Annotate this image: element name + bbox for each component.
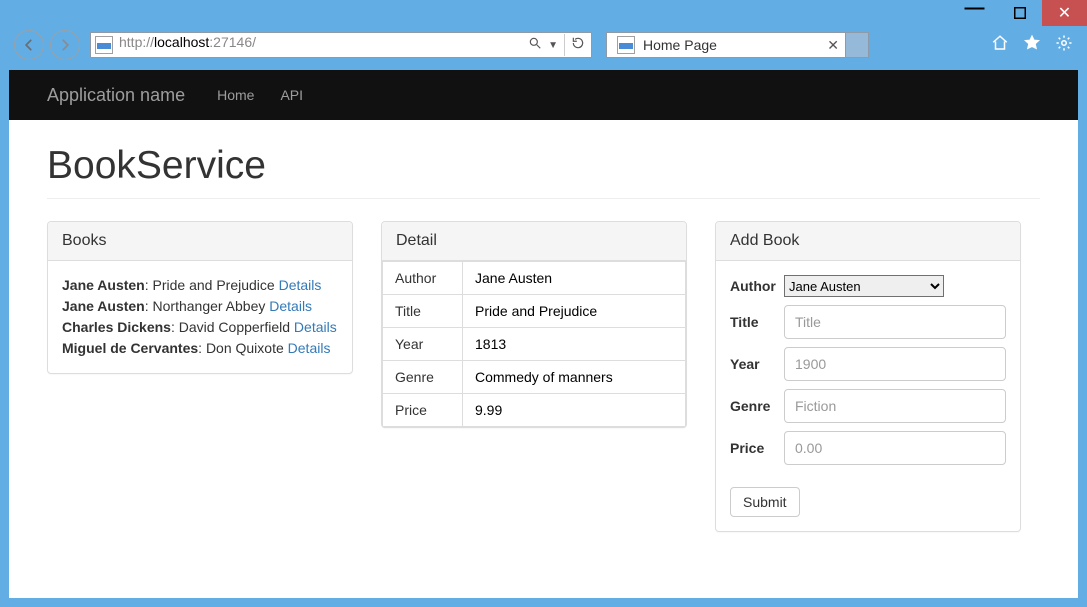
books-panel-heading: Books [48, 222, 352, 261]
url-text[interactable]: http://localhost:27146/ [117, 34, 528, 56]
detail-value: 9.99 [463, 394, 686, 427]
detail-panel: Detail AuthorJane AustenTitlePride and P… [381, 221, 687, 428]
book-title: David Copperfield [179, 319, 290, 335]
book-item: Miguel de Cervantes: Don Quixote Details [62, 338, 338, 359]
details-link[interactable]: Details [288, 340, 331, 356]
year-input[interactable] [784, 347, 1006, 381]
dropdown-icon[interactable]: ▼ [548, 40, 558, 51]
url-host: localhost [154, 34, 209, 50]
book-author: Jane Austen [62, 298, 145, 314]
window-close-button[interactable]: ✕ [1042, 0, 1087, 26]
details-link[interactable]: Details [269, 298, 312, 314]
tab-title: Home Page [643, 37, 823, 53]
detail-table: AuthorJane AustenTitlePride and Prejudic… [382, 261, 686, 427]
title-rule [47, 198, 1040, 199]
detail-value: Pride and Prejudice [463, 295, 686, 328]
form-row: Genre [730, 389, 1006, 423]
author-label: Author [730, 276, 784, 297]
detail-value: Commedy of manners [463, 361, 686, 394]
url-path: :27146/ [209, 34, 256, 50]
details-link[interactable]: Details [294, 319, 337, 335]
detail-value: 1813 [463, 328, 686, 361]
refresh-icon[interactable] [571, 36, 585, 55]
search-icon[interactable] [528, 36, 542, 55]
book-title: Pride and Prejudice [153, 277, 275, 293]
books-list: Jane Austen: Pride and Prejudice Details… [48, 261, 352, 373]
table-row: Year1813 [383, 328, 686, 361]
book-author: Charles Dickens [62, 319, 171, 335]
book-item: Jane Austen: Northanger Abbey Details [62, 296, 338, 317]
detail-key: Price [383, 394, 463, 427]
address-tools: ▼ [528, 34, 591, 56]
form-row-author: Author Jane Austen [730, 275, 1006, 297]
detail-key: Year [383, 328, 463, 361]
window-titlebar: — ✕ [0, 0, 1087, 26]
form-label: Price [730, 438, 784, 459]
book-item: Jane Austen: Pride and Prejudice Details [62, 275, 338, 296]
form-label: Year [730, 354, 784, 375]
forward-button[interactable] [50, 30, 80, 60]
add-book-panel: Add Book Author Jane Austen Title Year Gen… [715, 221, 1021, 532]
browser-toolbar: http://localhost:27146/ ▼ Home Page ✕ [0, 26, 1087, 64]
form-row: Price [730, 431, 1006, 465]
detail-key: Genre [383, 361, 463, 394]
navbar-brand[interactable]: Application name [47, 85, 185, 106]
url-scheme: http:// [119, 34, 154, 50]
table-row: GenreCommedy of manners [383, 361, 686, 394]
new-tab-button[interactable] [845, 32, 869, 58]
page-viewport: Application name Home API BookService Bo… [9, 70, 1078, 598]
book-item: Charles Dickens: David Copperfield Detai… [62, 317, 338, 338]
settings-icon[interactable] [1055, 34, 1073, 57]
form-label: Genre [730, 396, 784, 417]
detail-key: Author [383, 262, 463, 295]
page-title: BookService [47, 144, 1040, 188]
genre-input[interactable] [784, 389, 1006, 423]
table-row: AuthorJane Austen [383, 262, 686, 295]
tab-page-icon [617, 36, 635, 54]
book-author: Jane Austen [62, 277, 145, 293]
title-input[interactable] [784, 305, 1006, 339]
author-select[interactable]: Jane Austen [784, 275, 944, 297]
home-icon[interactable] [991, 34, 1009, 57]
browser-right-tools [991, 34, 1077, 57]
back-button[interactable] [14, 30, 44, 60]
window-minimize-button[interactable]: — [952, 0, 997, 26]
form-row: Title [730, 305, 1006, 339]
add-book-panel-heading: Add Book [716, 222, 1020, 261]
form-row: Year [730, 347, 1006, 381]
browser-tab[interactable]: Home Page ✕ [606, 32, 846, 58]
page-icon [95, 36, 113, 54]
book-title: Don Quixote [206, 340, 284, 356]
tab-bar: Home Page ✕ [606, 32, 1077, 58]
books-panel: Books Jane Austen: Pride and Prejudice D… [47, 221, 353, 374]
favorites-icon[interactable] [1023, 34, 1041, 57]
book-author: Miguel de Cervantes [62, 340, 198, 356]
nav-link-api[interactable]: API [280, 87, 303, 103]
table-row: Price9.99 [383, 394, 686, 427]
app-navbar: Application name Home API [9, 70, 1078, 120]
address-bar[interactable]: http://localhost:27146/ ▼ [90, 32, 592, 58]
book-title: Northanger Abbey [153, 298, 266, 314]
table-row: TitlePride and Prejudice [383, 295, 686, 328]
tab-close-icon[interactable]: ✕ [827, 37, 839, 54]
price-input[interactable] [784, 431, 1006, 465]
details-link[interactable]: Details [279, 277, 322, 293]
detail-panel-heading: Detail [382, 222, 686, 261]
submit-button[interactable]: Submit [730, 487, 800, 517]
window-maximize-button[interactable] [997, 0, 1042, 26]
nav-link-home[interactable]: Home [217, 87, 254, 103]
detail-value: Jane Austen [463, 262, 686, 295]
detail-key: Title [383, 295, 463, 328]
form-label: Title [730, 312, 784, 333]
